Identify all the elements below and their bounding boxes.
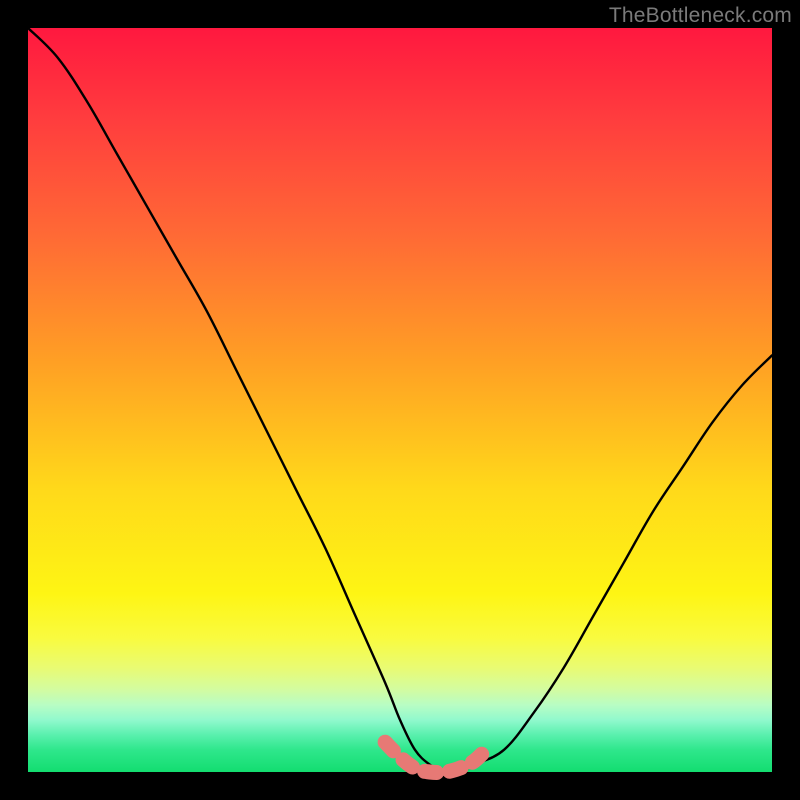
- plot-area: [28, 28, 772, 772]
- bottleneck-curve: [28, 28, 772, 773]
- bottleneck-curve-svg: [28, 28, 772, 772]
- bottleneck-trough-markers: [385, 742, 489, 772]
- chart-frame: TheBottleneck.com: [0, 0, 800, 800]
- watermark-text: TheBottleneck.com: [609, 4, 792, 28]
